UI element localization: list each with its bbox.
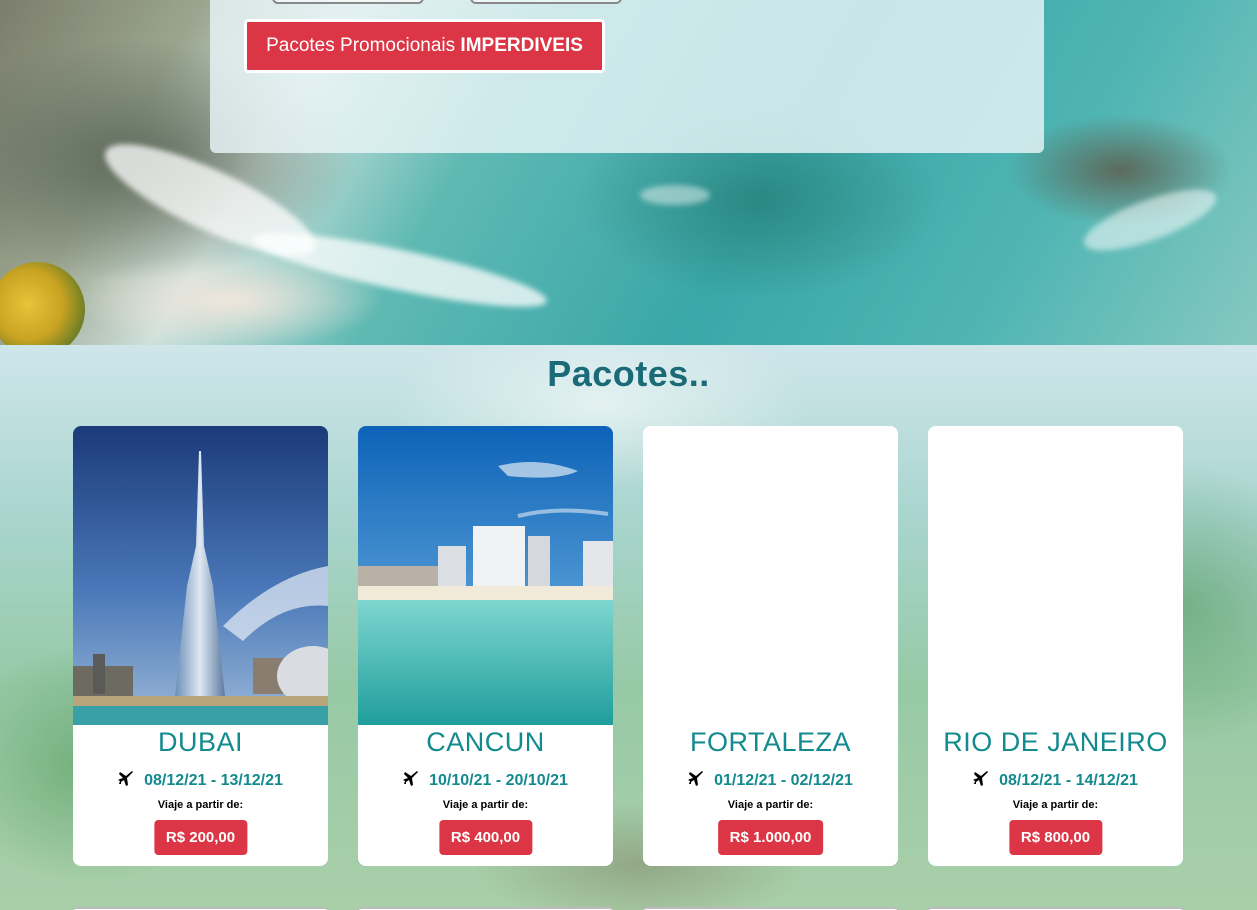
package-price-button[interactable]: R$ 400,00 — [438, 820, 533, 855]
package-city: CANCUN — [426, 727, 545, 757]
section-title: Pacotes.. — [547, 353, 710, 394]
package-card-dubai[interactable]: DUBAI 08/12/21 - 13/12/21 Viaje a partir… — [73, 426, 328, 866]
package-city: RIO DE JANEIRO — [943, 727, 1168, 757]
package-price-button[interactable]: R$ 200,00 — [153, 820, 248, 855]
package-dates-text: 10/10/21 - 20/10/21 — [429, 772, 568, 789]
package-city: FORTALEZA — [689, 727, 852, 757]
package-from-label: Viaje a partir de: — [442, 799, 529, 811]
rio-photo-placeholder — [928, 426, 1183, 725]
package-card-fortaleza[interactable]: FORTALEZA 01/12/21 - 02/12/21 Viaje a pa… — [643, 426, 898, 866]
fortaleza-photo-placeholder — [643, 426, 898, 725]
wave-foam — [1077, 177, 1223, 263]
package-card-rio[interactable]: RIO DE JANEIRO 08/12/21 - 14/12/21 Viaje… — [928, 426, 1183, 866]
airplane-icon — [688, 771, 704, 786]
packages-section: Pacotes.. DUBAI 08/12/21 - 13/12/21 Viaj… — [0, 345, 1257, 910]
package-dates: 01/12/21 - 02/12/21 — [643, 771, 898, 790]
dubai-photo — [73, 426, 328, 725]
package-dates: 10/10/21 - 20/10/21 — [358, 771, 613, 790]
promo-button-strong: IMPERDIVEIS — [460, 35, 583, 56]
palm-tree-image — [0, 262, 85, 345]
origin-select[interactable] — [272, 0, 424, 4]
package-dates-text: 01/12/21 - 02/12/21 — [714, 772, 853, 789]
package-price-button[interactable]: R$ 800,00 — [1008, 820, 1103, 855]
package-city: DUBAI — [157, 727, 244, 757]
package-from-label: Viaje a partir de: — [1012, 799, 1099, 811]
wave-foam — [640, 185, 710, 205]
wave-foam — [249, 219, 551, 321]
cancun-photo — [358, 426, 613, 725]
package-from-label: Viaje a partir de: — [157, 799, 244, 811]
package-dates: 08/12/21 - 13/12/21 — [73, 771, 328, 790]
airplane-icon — [973, 771, 989, 786]
airplane-icon — [118, 771, 134, 786]
package-from-label: Viaje a partir de: — [727, 799, 814, 811]
airplane-icon — [403, 771, 419, 786]
promo-packages-button[interactable]: Pacotes Promocionais IMPERDIVEIS — [244, 19, 605, 73]
promo-button-label: Pacotes Promocionais — [266, 35, 461, 56]
package-dates: 08/12/21 - 14/12/21 — [928, 771, 1183, 790]
destination-select[interactable] — [470, 0, 622, 4]
package-dates-text: 08/12/21 - 14/12/21 — [999, 772, 1138, 789]
package-dates-text: 08/12/21 - 13/12/21 — [144, 772, 283, 789]
package-price-button[interactable]: R$ 1.000,00 — [717, 820, 824, 855]
hero-banner: Pacotes Promocionais IMPERDIVEIS — [0, 0, 1257, 345]
package-card-cancun[interactable]: CANCUN 10/10/21 - 20/10/21 Viaje a parti… — [358, 426, 613, 866]
